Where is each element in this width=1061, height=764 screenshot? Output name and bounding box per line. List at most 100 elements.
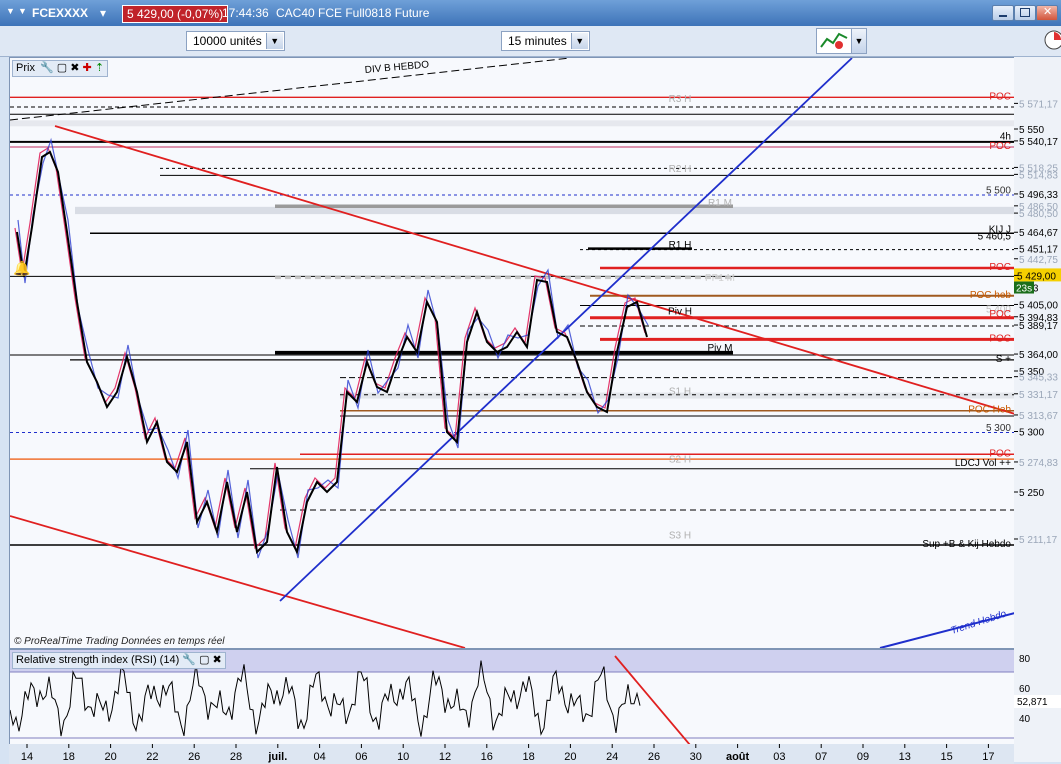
date-axis[interactable]: 14 18 20 22 26 28 juil. 04 06 10 12 16 18 20 24 26 30 aoû… — [9, 744, 1014, 764]
close-icon[interactable]: ✖ — [70, 62, 79, 74]
rsi-axis-label: 80 — [1019, 654, 1031, 665]
level-label: R1 H — [669, 240, 692, 251]
date-axis-label: 15 — [940, 751, 952, 763]
price-axis-label: 5 274,83 — [1019, 458, 1058, 469]
wrench-icon[interactable]: 🔧 — [182, 654, 196, 666]
rsi-axis-label: 40 — [1019, 714, 1031, 725]
date-axis-label: 17 — [982, 751, 994, 763]
minimize-button[interactable] — [992, 5, 1014, 21]
price-axis-label: 5 464,67 — [1019, 228, 1058, 239]
level-label: S2 H — [669, 454, 691, 465]
price-axis[interactable]: 5 571,175 5505 540,175 518,255 514,835 4… — [1014, 57, 1061, 762]
chart-type-icon — [820, 32, 848, 49]
close-icon: ✕ — [1043, 6, 1053, 18]
wrench-icon[interactable]: 🔧 — [40, 62, 54, 74]
date-axis-label: 07 — [815, 751, 827, 763]
price-axis-label: 5 389,17 — [1019, 321, 1058, 332]
level-label: R3 H — [669, 94, 692, 105]
level-label: 5 500 — [986, 186, 1011, 197]
date-axis-label: 12 — [439, 751, 451, 763]
level-label: POC — [989, 333, 1011, 344]
price-axis-label: 5 300 — [1019, 428, 1044, 439]
level-label: R2 H — [669, 164, 692, 175]
level-label: S + — [996, 354, 1011, 365]
date-axis-label: juil. — [267, 751, 287, 763]
price-axis-label: 5 331,17 — [1019, 390, 1058, 401]
date-axis-label: 28 — [230, 751, 242, 763]
level-label: 5 300 — [986, 423, 1011, 434]
level-label: POC heb — [970, 290, 1012, 301]
level-label: Piv H — [668, 307, 692, 318]
price-axis-label: 5 540,17 — [1019, 137, 1058, 148]
toolbar: 10000 unités ▼ 15 minutes ▼ ▼ — [0, 26, 1061, 57]
date-axis-label: 20 — [104, 751, 116, 763]
level-label: POC — [989, 141, 1011, 152]
close-icon[interactable]: ✖ — [213, 654, 222, 666]
level-label: Piv M — [708, 343, 733, 354]
maximize-button[interactable] — [1014, 5, 1036, 21]
units-select[interactable]: 10000 unités ▼ — [186, 31, 285, 51]
top-band — [10, 120, 1015, 127]
div-hebdo-label: DIV B HEBDO — [364, 59, 429, 76]
price-axis-label: 5 442,75 — [1019, 255, 1058, 266]
up-icon[interactable]: ⇡ — [95, 62, 104, 74]
chevron-down-icon[interactable]: ▼ — [851, 28, 867, 54]
chevron-down-icon: ▼ — [570, 33, 588, 49]
level-label: PP1 M — [705, 273, 735, 284]
price-axis-label: 5 345,33 — [1019, 373, 1058, 384]
level-label: POC — [989, 309, 1011, 320]
chevron-down-icon[interactable]: ▾ — [100, 6, 106, 20]
level-label: 5 460,5 — [978, 232, 1012, 243]
copyright-text: © ProRealTime Trading Données en temps r… — [14, 636, 225, 647]
price-axis-label: 5 429,00 — [1017, 271, 1056, 282]
chevron-down-icon[interactable]: ▼ — [18, 6, 27, 16]
timeframe-select[interactable]: 15 minutes ▼ — [501, 31, 590, 51]
price-chart[interactable]: POCR3 H4hPOCR2 H5 500R1 MKIJ J5 460,5R1 … — [10, 58, 1015, 648]
blue-trend-line — [279, 58, 853, 602]
date-axis-label: 20 — [564, 751, 576, 763]
date-axis-label: 06 — [355, 751, 367, 763]
level-label: R1 M — [708, 198, 732, 209]
price-axis-label: 5 250 — [1019, 488, 1044, 499]
chevron-down-icon[interactable]: ▼ — [6, 6, 15, 16]
rsi-panel[interactable]: Relative strength index (RSI) (14) 🔧 ▢ ✖ — [9, 649, 1016, 746]
instrument-description: CAC40 FCE Full0818 Future — [276, 6, 430, 20]
date-axis-label: 22 — [146, 751, 158, 763]
title-bar: ▼ ▼ FCEXXXX ▾ 5 429,00 (-0,07%) 17:44:36… — [0, 0, 1061, 26]
price-axis-label: 5 364,00 — [1019, 350, 1058, 361]
level-label: Sup +B & Kij Hebdo — [922, 539, 1011, 550]
price-axis-label: 5 550 — [1019, 125, 1044, 136]
date-axis-label: 13 — [899, 751, 911, 763]
date-axis-label: 30 — [690, 751, 702, 763]
date-axis-label: 14 — [21, 751, 33, 763]
date-axis-label: 03 — [773, 751, 785, 763]
level-label: POC — [989, 91, 1011, 102]
date-axis-label: 16 — [481, 751, 493, 763]
window-icon[interactable]: ▢ — [57, 62, 67, 74]
alert-bell-icon[interactable]: 🔔 — [13, 260, 30, 277]
price-axis-label: 5 571,17 — [1019, 99, 1058, 110]
rsi-axis-label: 60 — [1019, 684, 1031, 695]
candles-series-up — [17, 137, 649, 559]
price-badge: 5 429,00 (-0,07%) — [122, 5, 229, 23]
date-axis-label: 18 — [522, 751, 534, 763]
price-axis-label: 5 496,33 — [1019, 190, 1058, 201]
chevron-down-icon: ▼ — [265, 33, 283, 49]
date-axis-label: 24 — [606, 751, 618, 763]
plus-icon[interactable]: ✚ — [83, 62, 92, 74]
level-label: S1 H — [669, 387, 691, 398]
side-tool-icon[interactable] — [1040, 28, 1061, 52]
price-axis-label: 5 514,83 — [1019, 170, 1058, 181]
price-axis-label: 5 405,00 — [1019, 300, 1058, 311]
date-axis-label: 10 — [397, 751, 409, 763]
close-window-button[interactable]: ✕ — [1036, 5, 1058, 21]
date-axis-label: 18 — [63, 751, 75, 763]
price-axis-label: 5 313,67 — [1019, 411, 1058, 422]
window-icon[interactable]: ▢ — [199, 654, 209, 666]
price-axis-label: 5 480,50 — [1019, 209, 1058, 220]
level-label: S3 H — [669, 531, 691, 542]
level-label: POC — [989, 262, 1011, 273]
price-chart-panel[interactable]: POC R3 H 4h POC R2 H5 500 R1 M KIJ J5 460,5 R1 … — [9, 57, 1016, 649]
date-axis-label: 26 — [188, 751, 200, 763]
chart-type-button[interactable] — [816, 28, 852, 54]
